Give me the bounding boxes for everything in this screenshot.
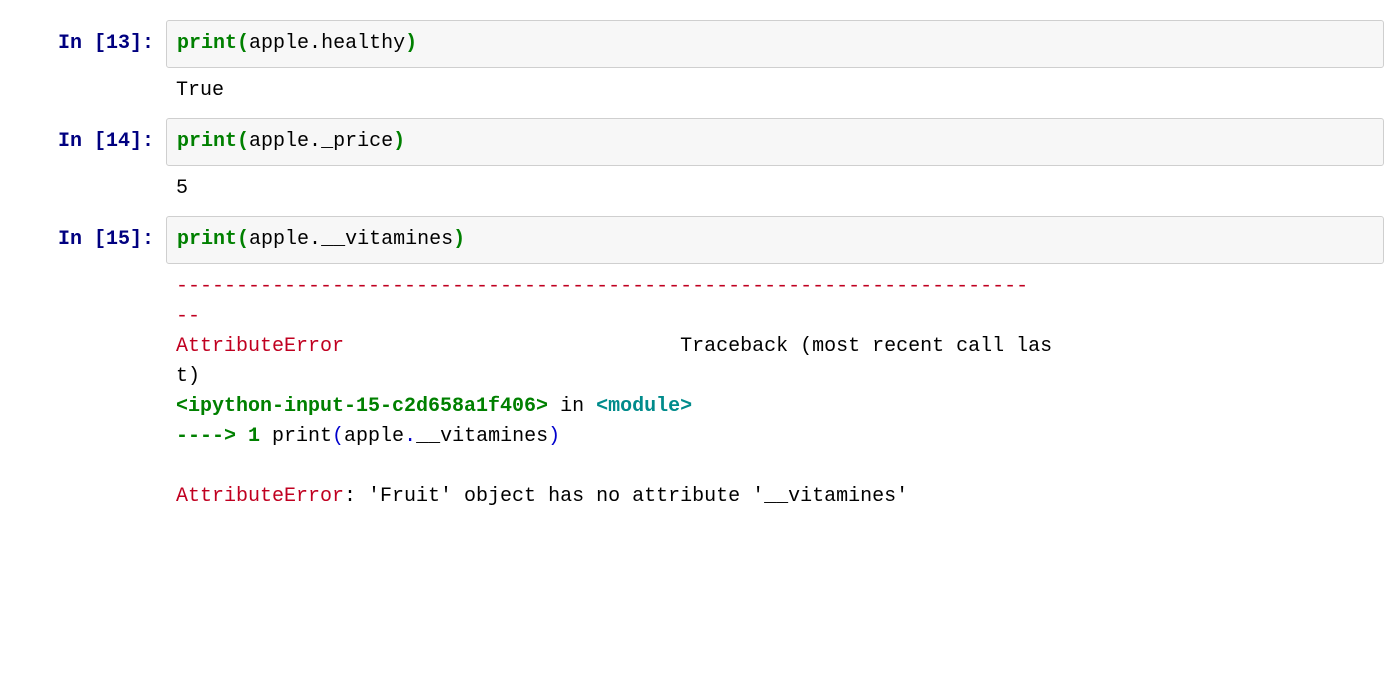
notebook-cell: In [13]: print(apple.healthy) True — [16, 20, 1384, 112]
dot-op: . — [309, 228, 321, 251]
open-paren: ( — [237, 32, 249, 55]
tb-arrow: ----> 1 — [176, 425, 272, 448]
close-paren: ) — [405, 32, 417, 55]
identifier: apple — [249, 130, 309, 153]
error-type: AttributeError — [176, 335, 344, 358]
prompt-number: 15 — [106, 228, 130, 251]
builtin-fn: print — [177, 228, 237, 251]
code-output: True — [166, 68, 1384, 112]
input-prompt: In [15]: — [16, 216, 166, 518]
code-output: 5 — [166, 166, 1384, 210]
error-type: AttributeError — [176, 485, 344, 508]
output-text: 5 — [176, 177, 188, 200]
builtin-fn: print — [177, 130, 237, 153]
cell-body: print(apple._price) 5 — [166, 118, 1384, 210]
close-paren: ) — [453, 228, 465, 251]
open-paren: ( — [237, 228, 249, 251]
prompt-label: In — [58, 130, 94, 153]
input-prompt: In [13]: — [16, 20, 166, 112]
input-prompt: In [14]: — [16, 118, 166, 210]
code-input[interactable]: print(apple._price) — [166, 118, 1384, 166]
dot-op: . — [309, 130, 321, 153]
error-message: : 'Fruit' object has no attribute '__vit… — [344, 485, 908, 508]
traceback-dashes: ----------------------------------------… — [176, 275, 1028, 298]
frame-location: <ipython-input-15-c2d658a1f406> — [176, 395, 548, 418]
traceback-label: t) — [176, 365, 200, 388]
open-paren: ( — [237, 130, 249, 153]
prompt-number: 13 — [106, 32, 130, 55]
attribute: __vitamines — [416, 425, 548, 448]
close-paren: ) — [393, 130, 405, 153]
notebook-cell: In [14]: print(apple._price) 5 — [16, 118, 1384, 210]
cell-body: print(apple.__vitamines) ---------------… — [166, 216, 1384, 518]
close-paren: ) — [548, 425, 560, 448]
code-input[interactable]: print(apple.__vitamines) — [166, 216, 1384, 264]
identifier: apple — [249, 32, 309, 55]
notebook-cell: In [15]: print(apple.__vitamines) ------… — [16, 216, 1384, 518]
attribute: __vitamines — [321, 228, 453, 251]
prompt-label: In — [58, 32, 94, 55]
traceback-dashes: -- — [176, 305, 200, 328]
builtin-fn: print — [177, 32, 237, 55]
output-text: True — [176, 79, 224, 102]
prompt-label: In — [58, 228, 94, 251]
dot-op: . — [404, 425, 416, 448]
dot-op: . — [309, 32, 321, 55]
identifier: apple — [249, 228, 309, 251]
prompt-number: 14 — [106, 130, 130, 153]
code-input[interactable]: print(apple.healthy) — [166, 20, 1384, 68]
module-label: <module> — [596, 395, 692, 418]
attribute: healthy — [321, 32, 405, 55]
traceback-label: Traceback (most recent call las — [680, 335, 1052, 358]
traceback-output: ----------------------------------------… — [166, 264, 1384, 518]
tb-call-fn: print — [272, 425, 332, 448]
cell-body: print(apple.healthy) True — [166, 20, 1384, 112]
identifier: apple — [344, 425, 404, 448]
open-paren: ( — [332, 425, 344, 448]
attribute: _price — [321, 130, 393, 153]
